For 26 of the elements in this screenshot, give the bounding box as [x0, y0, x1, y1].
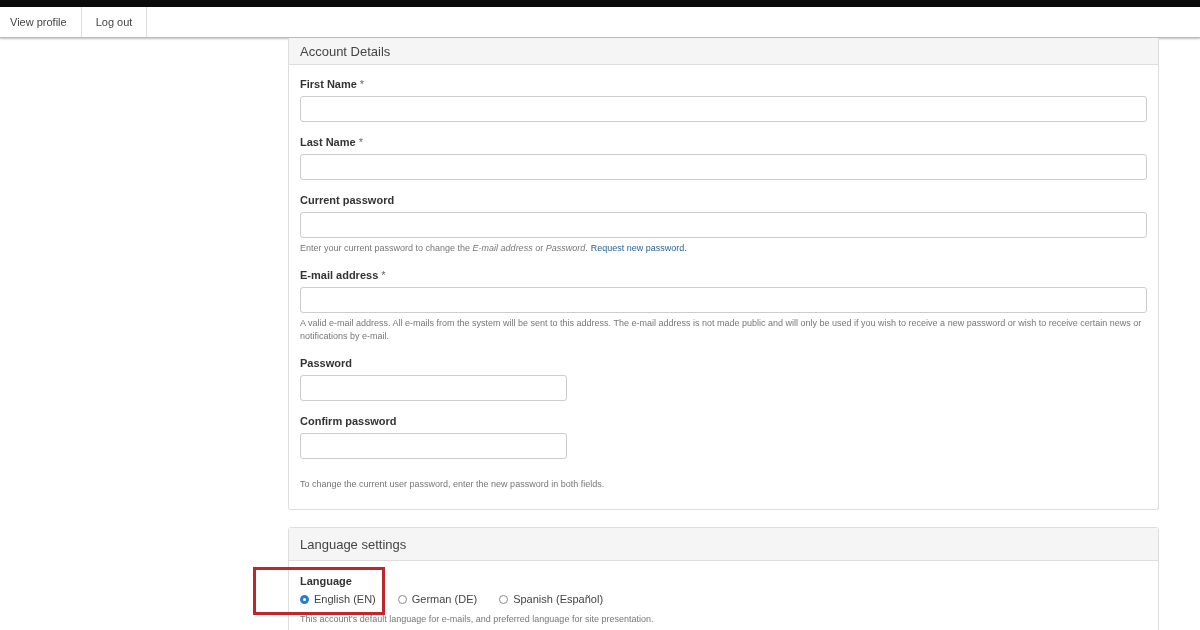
field-label: Password	[300, 356, 353, 370]
nav-link[interactable]: View profile	[0, 7, 82, 37]
field-label: E-mail address *	[300, 268, 387, 282]
input-field[interactable]	[300, 154, 1147, 180]
field-label: Confirm password	[300, 414, 398, 428]
field-label: Last Name *	[300, 135, 364, 149]
field-description: A valid e-mail address. All e-mails from the system will be sent to this address. The e-mail address is not made public and will only be used if you wish to receive a new password or wish to receive certain news or notifications by e-mail.	[300, 317, 1143, 343]
panel-heading: Language settings	[289, 528, 1158, 561]
request-password-link[interactable]: Request new password.	[590, 243, 687, 253]
panel-heading: Account Details	[289, 38, 1158, 65]
input-field[interactable]	[300, 96, 1147, 122]
field-description: Enter your current password to change the E-mail address or Password. Request new password.	[300, 242, 688, 255]
input-field[interactable]	[300, 212, 1147, 238]
input-field[interactable]	[300, 375, 567, 401]
radio-option[interactable]: Spanish (Español)	[499, 593, 604, 605]
nav-link[interactable]: Log out	[81, 7, 148, 37]
password-note: To change the current user password, enter the new password in both fields.	[300, 478, 606, 491]
radio-option[interactable]: English (EN)	[300, 593, 376, 605]
radio-option[interactable]: German (DE)	[397, 593, 478, 605]
field-label: First Name *	[300, 77, 366, 91]
field-description: This account's default language for e-mails, and preferred language for site presentation.	[300, 613, 655, 626]
input-field[interactable]	[300, 287, 1147, 313]
field-label: Current password	[300, 193, 396, 207]
input-field[interactable]	[300, 433, 567, 459]
radio-button[interactable]	[300, 594, 309, 604]
field-label: Language	[300, 574, 353, 588]
